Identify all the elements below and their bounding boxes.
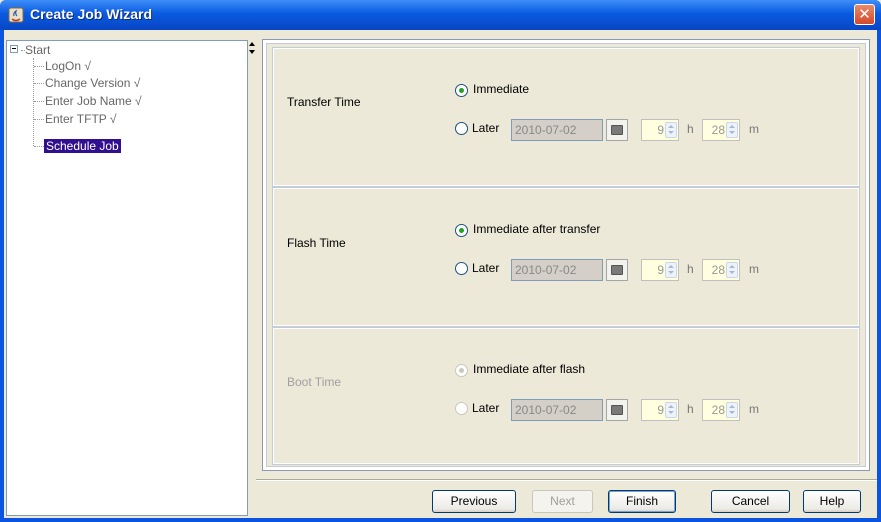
tree-connector <box>34 146 44 147</box>
wizard-window: Create Job Wizard ✕ Start LogOn √ Change… <box>0 0 881 522</box>
tree-root-start[interactable]: Start <box>21 42 50 58</box>
transfer-immediate-label[interactable]: Immediate <box>473 82 529 96</box>
spinner-arrows-icon[interactable] <box>726 122 738 138</box>
boot-later-radio <box>455 402 468 415</box>
finish-button[interactable]: Finish <box>608 490 676 513</box>
close-icon: ✕ <box>858 5 871 23</box>
transfer-hour-value: 9 <box>657 123 664 137</box>
split-pane-divider[interactable] <box>248 40 255 516</box>
button-bar-separator <box>256 479 877 481</box>
flash-immediate-label[interactable]: Immediate after transfer <box>473 222 600 236</box>
transfer-time-label: Transfer Time <box>287 95 361 109</box>
hour-unit-label: h <box>687 122 694 136</box>
spinner-arrows-icon[interactable] <box>726 262 738 278</box>
tree-item-enter-job-name[interactable]: Enter Job Name √ <box>45 93 142 109</box>
tree-root-label: Start <box>25 43 51 57</box>
flash-hour-value: 9 <box>657 263 664 277</box>
wizard-client-area: Start LogOn √ Change Version √ Enter Job… <box>4 30 877 518</box>
tree-collapse-icon[interactable] <box>10 45 18 53</box>
spinner-arrows-icon <box>665 402 677 418</box>
transfer-hour-spinner[interactable]: 9 <box>641 119 679 141</box>
tree-item-enter-tftp[interactable]: Enter TFTP √ <box>45 111 117 127</box>
spinner-arrows-icon <box>726 402 738 418</box>
transfer-later-label[interactable]: Later <box>472 121 499 135</box>
title-bar[interactable]: Create Job Wizard ✕ <box>0 0 881 30</box>
transfer-calendar-button[interactable] <box>606 119 628 141</box>
hour-unit-label: h <box>687 402 694 416</box>
help-button[interactable]: Help <box>803 490 861 513</box>
tree-connector <box>34 66 44 67</box>
transfer-minute-spinner[interactable]: 28 <box>702 119 740 141</box>
spinner-arrows-icon[interactable] <box>665 262 677 278</box>
flash-later-radio[interactable] <box>455 262 468 275</box>
flash-hour-spinner[interactable]: 9 <box>641 259 679 281</box>
schedule-panel-inner: Transfer Time Immediate Later 2010-07-02… <box>266 43 866 467</box>
tree-connector <box>34 101 44 102</box>
flash-time-label: Flash Time <box>287 236 346 250</box>
flash-minute-spinner[interactable]: 28 <box>702 259 740 281</box>
boot-date-field: 2010-07-02 <box>511 399 603 421</box>
hour-unit-label: h <box>687 262 694 276</box>
boot-time-section: Boot Time Immediate after flash Later 20… <box>272 327 860 465</box>
transfer-minute-value: 28 <box>711 123 725 137</box>
flash-later-label[interactable]: Later <box>472 261 499 275</box>
wizard-steps-tree[interactable]: Start LogOn √ Change Version √ Enter Job… <box>6 40 248 516</box>
transfer-later-radio[interactable] <box>455 122 468 135</box>
boot-minute-value: 28 <box>711 403 725 417</box>
tree-connector <box>33 58 34 146</box>
flash-calendar-button[interactable] <box>606 259 628 281</box>
flash-time-section: Flash Time Immediate after transfer Late… <box>272 187 860 327</box>
boot-minute-spinner: 28 <box>702 399 740 421</box>
spinner-arrows-icon[interactable] <box>665 122 677 138</box>
transfer-immediate-radio[interactable] <box>455 84 468 97</box>
transfer-time-section: Transfer Time Immediate Later 2010-07-02… <box>272 47 860 187</box>
transfer-date-field[interactable]: 2010-07-02 <box>511 119 603 141</box>
flash-minute-value: 28 <box>711 263 725 277</box>
boot-time-label: Boot Time <box>287 375 342 389</box>
close-button[interactable]: ✕ <box>854 4 875 25</box>
tree-connector <box>34 83 44 84</box>
previous-button[interactable]: Previous <box>432 490 516 513</box>
boot-hour-spinner: 9 <box>641 399 679 421</box>
minute-unit-label: m <box>749 402 759 416</box>
split-right-arrow-icon[interactable] <box>249 50 255 54</box>
boot-later-label: Later <box>472 401 500 415</box>
window-title: Create Job Wizard <box>30 6 153 22</box>
flash-immediate-radio[interactable] <box>455 224 468 237</box>
boot-immediate-label: Immediate after flash <box>473 362 586 376</box>
flash-date-field[interactable]: 2010-07-02 <box>511 259 603 281</box>
tree-connector <box>34 119 44 120</box>
minute-unit-label: m <box>749 262 759 276</box>
tree-item-change-version[interactable]: Change Version √ <box>45 75 140 91</box>
schedule-panel: Transfer Time Immediate Later 2010-07-02… <box>262 39 870 471</box>
minute-unit-label: m <box>749 122 759 136</box>
boot-hour-value: 9 <box>657 403 664 417</box>
next-button: Next <box>532 490 593 513</box>
boot-calendar-button <box>606 399 628 421</box>
cancel-button[interactable]: Cancel <box>711 490 790 513</box>
split-left-arrow-icon[interactable] <box>249 42 255 46</box>
tree-item-schedule-job[interactable]: Schedule Job <box>44 138 121 154</box>
tree-item-logon[interactable]: LogOn √ <box>45 58 91 74</box>
boot-immediate-radio <box>455 364 468 377</box>
java-icon <box>8 7 24 23</box>
